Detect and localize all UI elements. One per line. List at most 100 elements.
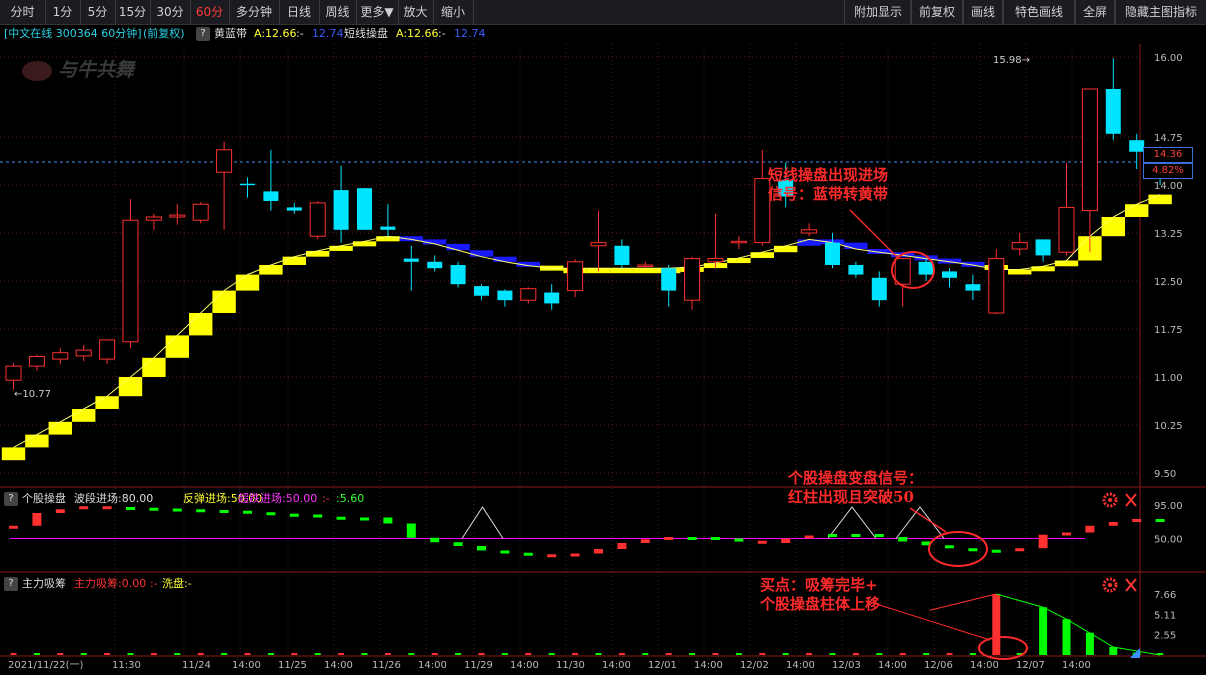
band-block-43	[1008, 269, 1032, 275]
sub1-bar-47	[1108, 522, 1118, 526]
sub1-bar-43	[1015, 548, 1025, 552]
sub1-bar-35	[828, 534, 837, 537]
sub2-base-33	[782, 653, 789, 655]
candle-body-30	[707, 258, 724, 263]
candle-body-7	[169, 214, 186, 218]
candle-body-26	[614, 245, 630, 265]
sub1-d: :-	[322, 492, 330, 505]
sub1-bar-11	[266, 512, 276, 516]
candle-body-1	[28, 356, 45, 367]
sub2-base-25	[595, 653, 602, 655]
signal-ellipse-sub1	[928, 531, 988, 567]
band-block-13	[306, 250, 330, 257]
candle-body-34	[801, 229, 818, 234]
sub1-bar-45	[1062, 532, 1071, 536]
sub2-base-37	[876, 653, 883, 655]
sub2-bar-47	[1109, 647, 1118, 655]
candle-body-38	[894, 258, 911, 285]
candle-body-18	[427, 261, 443, 269]
sub1-bar-21	[500, 550, 510, 554]
sub1-bar-30	[711, 537, 720, 540]
sub2-bar-42	[992, 594, 1001, 655]
sub2-base-30	[712, 653, 719, 655]
sub2-base-15	[361, 653, 368, 655]
time-label-21: 14:00	[1062, 660, 1091, 671]
sub2-base-11	[267, 653, 274, 655]
candle-body-25	[590, 242, 607, 247]
band-block-14	[329, 245, 353, 251]
band-block-3	[72, 409, 96, 422]
sub2-base-34	[806, 653, 813, 655]
sub2-base-31	[735, 653, 742, 655]
time-label-15: 14:00	[786, 660, 815, 671]
sub1-help-button[interactable]: ?	[4, 492, 18, 506]
annotation-buy-point: 买点：吸筹完毕+ 个股操盘柱体上移	[760, 576, 881, 613]
sub2-help-button[interactable]: ?	[4, 577, 18, 591]
time-label-3: 14:00	[232, 660, 261, 671]
sub2-base-3	[80, 653, 87, 655]
band-block-0	[1, 447, 26, 461]
sub2-trend-line	[996, 593, 1161, 656]
sub1-bar-12	[289, 513, 299, 517]
sub2-a: 主力吸筹:0.00	[74, 577, 147, 590]
sub2-base-20	[478, 653, 485, 655]
sub2-base-6	[150, 653, 157, 655]
candle-body-20	[474, 286, 489, 296]
band-block-48	[1125, 204, 1149, 217]
main-axis-label-2: 14.00	[1154, 181, 1183, 192]
candle-body-11	[263, 191, 279, 201]
time-label-16: 12/03	[832, 660, 861, 671]
sub1-bar-40	[945, 545, 954, 549]
time-label-2: 11/24	[182, 660, 211, 671]
time-label-20: 12/07	[1016, 660, 1045, 671]
candle-body-48	[1129, 140, 1145, 152]
candle-body-22	[520, 288, 537, 301]
kline-chart[interactable]: 16.00 14.75 14.00 13.25 12.50 11.75 11.00 10.25…	[0, 0, 1206, 675]
scroll-corner-icon	[1130, 648, 1140, 658]
sub2-base-21	[501, 653, 508, 655]
sub2-c: 洗盘:-	[162, 577, 192, 590]
main-axis-label-4: 12.50	[1154, 277, 1183, 288]
candle-body-3	[75, 349, 92, 357]
sub2-base-32	[759, 653, 766, 655]
sub1-bar-36	[851, 534, 861, 537]
sub2-bar-44	[1039, 607, 1048, 655]
sub1-bar-13	[313, 514, 323, 518]
sub2-base-4	[104, 653, 111, 655]
sub1-bar-27	[640, 539, 650, 543]
sub1-bar-9	[219, 510, 229, 513]
sub1-bar-41	[968, 548, 978, 552]
sub1-triangle-2	[895, 506, 945, 539]
time-label-18: 12/06	[924, 660, 953, 671]
time-label-11: 14:00	[602, 660, 631, 671]
main-axis-label-8: 9.50	[1154, 469, 1176, 480]
candle-body-41	[965, 284, 981, 291]
main-axis-label-7: 10.25	[1154, 421, 1183, 432]
candle-body-16	[380, 226, 396, 230]
sub1-bar-33	[781, 538, 791, 543]
sub1-bar-14	[336, 516, 346, 520]
band-block-5	[118, 377, 143, 397]
sub2-base-27	[642, 653, 649, 655]
sub1-bar-6	[149, 507, 159, 511]
candle-body-35	[825, 242, 840, 265]
sub2-base-24	[572, 653, 579, 655]
time-label-4: 11/25	[278, 660, 307, 671]
sub1-bar-15	[360, 517, 369, 521]
candle-body-10	[240, 183, 255, 186]
band-block-10	[235, 274, 260, 291]
sub2-base-9	[221, 653, 228, 655]
time-label-14: 12/02	[740, 660, 769, 671]
band-block-1	[25, 434, 49, 448]
sub1-bar-24	[570, 553, 580, 557]
sub1-bar-26	[617, 543, 627, 549]
annotation-turn-signal: 个股操盘变盘信号： 红柱出现且突破50	[788, 469, 924, 506]
arrow-line-sub1	[909, 507, 947, 533]
sub2-axis-label-0: 7.66	[1154, 590, 1176, 601]
candle-body-21	[497, 290, 513, 301]
band-block-8	[189, 313, 213, 336]
main-axis-label-0: 16.00	[1154, 53, 1183, 64]
sub1-bar-7	[172, 508, 182, 512]
sub1-axis-label-0: 95.00	[1154, 501, 1183, 512]
band-block-12	[282, 256, 306, 265]
